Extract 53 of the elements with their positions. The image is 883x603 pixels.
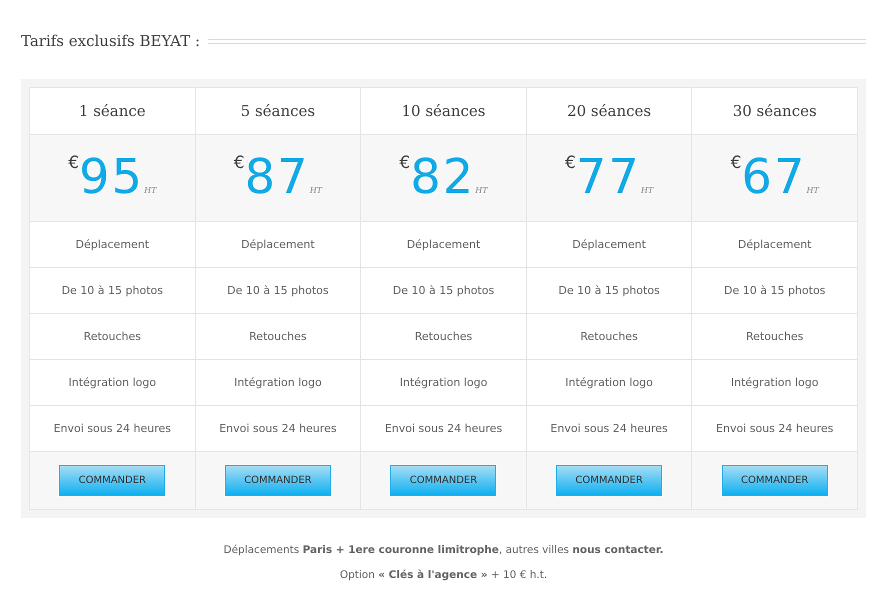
- feature-text: Envoi sous 24 heures: [384, 422, 502, 435]
- feature-text: Retouches: [580, 330, 638, 343]
- feature-text: Déplacement: [572, 238, 646, 251]
- tax-label: HT: [806, 186, 819, 195]
- plan-name: 20 séances: [526, 88, 692, 135]
- feature-text: De 10 à 15 photos: [724, 284, 826, 297]
- order-button[interactable]: COMMANDER: [556, 465, 662, 496]
- price-amount: 95: [79, 153, 144, 201]
- price-amount: 82: [410, 153, 476, 201]
- tax-label: HT: [144, 186, 156, 195]
- order-button[interactable]: COMMANDER: [224, 465, 331, 496]
- feature-text: Envoi sous 24 heures: [716, 422, 834, 435]
- feature-text: Déplacement: [75, 238, 150, 251]
- plan-name: 1 séance: [30, 88, 195, 135]
- currency-symbol: €: [399, 153, 410, 173]
- feature-text: Retouches: [414, 330, 472, 343]
- plan-name: 30 séances: [692, 88, 857, 135]
- currency-symbol: €: [564, 153, 576, 173]
- currency-symbol: €: [730, 153, 742, 173]
- feature-text: Envoi sous 24 heures: [219, 422, 337, 435]
- currency-symbol: €: [68, 153, 80, 173]
- section-title: Tarifs exclusifs BEYAT :: [21, 32, 200, 50]
- feature-text: Déplacement: [738, 238, 812, 251]
- feature-text: Retouches: [84, 330, 142, 343]
- feature-text: Envoi sous 24 heures: [54, 422, 171, 435]
- order-button[interactable]: COMMANDER: [722, 465, 828, 496]
- tax-label: HT: [475, 186, 488, 195]
- price-amount: 87: [244, 153, 310, 201]
- feature-text: Envoi sous 24 heures: [550, 422, 668, 435]
- feature-text: Intégration logo: [68, 376, 156, 389]
- currency-symbol: €: [234, 153, 245, 173]
- tax-label: HT: [640, 186, 654, 195]
- feature-text: Intégration logo: [400, 376, 488, 389]
- feature-text: Retouches: [249, 330, 307, 343]
- plan-name: 10 séances: [361, 88, 526, 135]
- feature-text: Retouches: [746, 330, 804, 343]
- feature-text: Déplacement: [241, 238, 315, 251]
- plan-name: 5 séances: [196, 88, 360, 135]
- feature-text: Intégration logo: [730, 376, 818, 389]
- feature-text: De 10 à 15 photos: [558, 284, 660, 297]
- note-text: Option « Clés à l'agence » + 10 € h.t.: [338, 569, 548, 581]
- price-amount: 77: [576, 153, 641, 201]
- feature-text: Intégration logo: [234, 376, 322, 389]
- feature-text: De 10 à 15 photos: [62, 284, 163, 297]
- feature-text: Intégration logo: [565, 376, 653, 389]
- order-button[interactable]: COMMANDER: [59, 465, 166, 496]
- feature-text: De 10 à 15 photos: [227, 284, 329, 297]
- feature-text: Déplacement: [406, 238, 480, 251]
- order-button[interactable]: COMMANDER: [390, 465, 496, 496]
- feature-text: De 10 à 15 photos: [392, 284, 494, 297]
- note-text: Déplacements Paris + 1ere couronne limitrophe, autres villes nous contacter.: [222, 544, 664, 556]
- tax-label: HT: [310, 186, 322, 195]
- price-amount: 67: [741, 153, 806, 201]
